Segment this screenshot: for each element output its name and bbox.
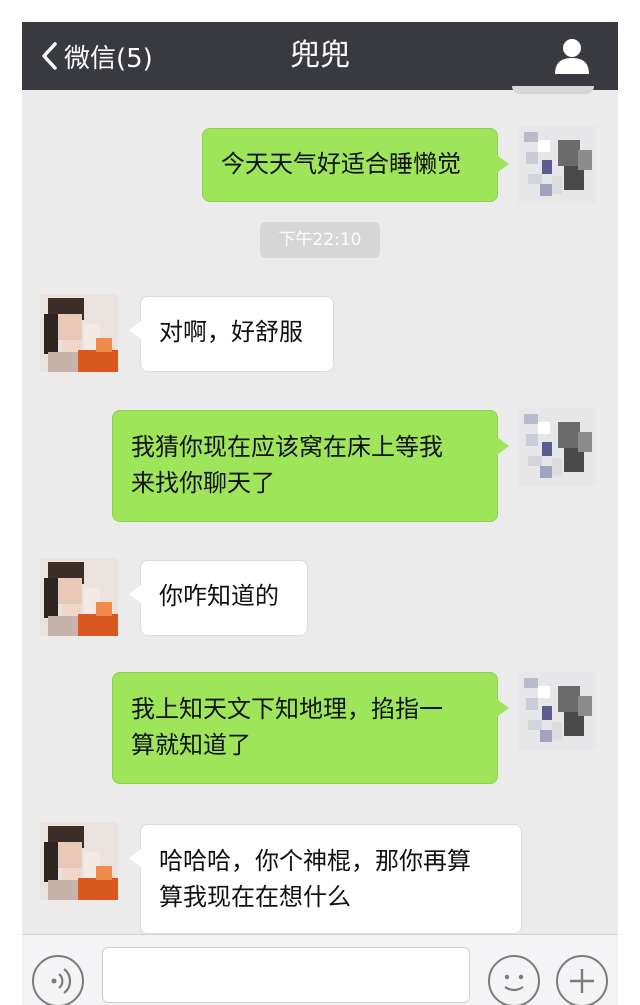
chat-screen: 微信(5) 兜兜 今天天气好适合睡懒觉 下午22:10 对啊，好舒服 我猜你现在…	[22, 22, 618, 1005]
message-text-line: 哈哈哈，你个神棍，那你再算	[159, 847, 471, 875]
person-icon	[552, 39, 592, 80]
message-text: 今天天气好适合睡懒觉	[221, 150, 461, 178]
back-label: 微信(5)	[64, 43, 153, 74]
navbar: 微信(5) 兜兜	[22, 22, 618, 90]
message-text: 对啊，好舒服	[159, 318, 303, 346]
friend-avatar[interactable]	[40, 294, 118, 372]
plus-icon	[558, 969, 606, 1005]
message-bubble-received[interactable]: 哈哈哈，你个神棍，那你再算 算我现在在想什么	[129, 824, 522, 934]
emoji-button[interactable]	[488, 955, 540, 1005]
my-avatar[interactable]	[518, 126, 596, 204]
message-text-line: 我上知天文下知地理，掐指一	[131, 695, 443, 723]
message-text-line: 我猜你现在应该窝在床上等我	[131, 433, 443, 461]
plus-button[interactable]	[556, 955, 608, 1005]
message-input[interactable]	[102, 947, 470, 1003]
input-bar	[22, 934, 618, 1005]
voice-button[interactable]	[32, 955, 84, 1005]
timestamp-badge: 下午22:10	[260, 222, 380, 258]
message-bubble-received[interactable]: 对啊，好舒服	[129, 296, 334, 372]
message-bubble-sent[interactable]: 今天天气好适合睡懒觉	[202, 128, 509, 202]
message-text: 你咋知道的	[159, 582, 279, 610]
message-bubble-received[interactable]: 你咋知道的	[129, 560, 308, 636]
message-text-line: 算就知道了	[131, 731, 251, 759]
message-text-line: 算我现在在想什么	[159, 883, 351, 911]
voice-icon	[34, 968, 82, 1005]
message-bubble-sent[interactable]: 我上知天文下知地理，掐指一 算就知道了	[112, 672, 509, 784]
my-avatar[interactable]	[518, 408, 596, 486]
my-avatar[interactable]	[518, 672, 596, 750]
chevron-left-icon	[40, 41, 58, 71]
scroll-edge	[512, 86, 594, 94]
message-bubble-sent[interactable]: 我猜你现在应该窝在床上等我 来找你聊天了	[112, 410, 509, 522]
friend-avatar[interactable]	[40, 558, 118, 636]
friend-avatar[interactable]	[40, 822, 118, 900]
emoji-icon	[490, 974, 538, 1005]
message-text-line: 来找你聊天了	[131, 469, 275, 497]
profile-button[interactable]	[552, 36, 592, 76]
back-button[interactable]: 微信(5)	[40, 22, 153, 90]
